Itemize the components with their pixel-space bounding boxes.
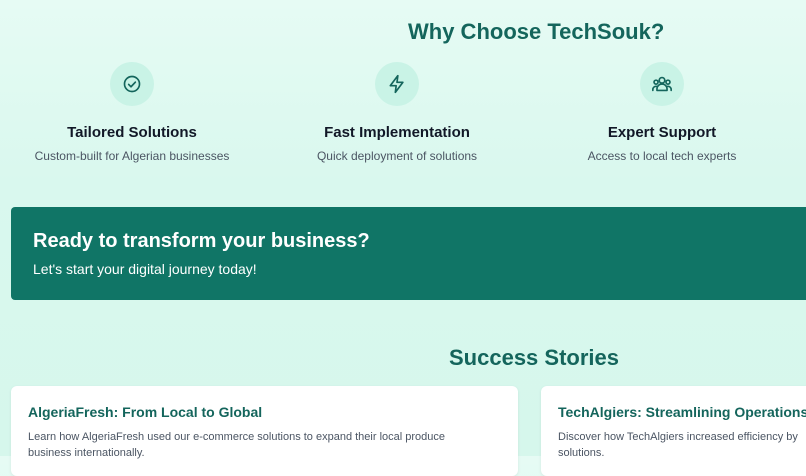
check-circle-icon [110,62,154,106]
feature-fast-implementation: Fast Implementation Quick deployment of … [277,62,517,163]
lightning-icon [375,62,419,106]
feature-description: Quick deployment of solutions [316,149,478,163]
story-description: Discover how TechAlgiers increased effic… [558,431,798,459]
success-stories-title: Success Stories [449,345,619,370]
feature-expert-support: Expert Support Access to local tech expe… [542,62,782,163]
feature-title: Expert Support [607,124,717,141]
story-title[interactable]: TechAlgiers: Streamlining Operations [558,404,806,420]
cta-title: Ready to transform your business? [33,230,370,252]
cta-subtitle: Let's start your digital journey today! [33,261,257,277]
feature-title: Fast Implementation [324,124,470,141]
cta-banner: Ready to transform your business? Let's … [11,207,806,300]
story-card-algeriafresh[interactable]: AlgeriaFresh: From Local to Global Learn… [11,386,518,476]
feature-title: Tailored Solutions [67,124,197,141]
feature-description: Access to local tech experts [587,149,737,163]
story-description: Learn how AlgeriaFresh used our e-commer… [28,431,446,459]
users-group-icon [640,62,684,106]
story-title[interactable]: AlgeriaFresh: From Local to Global [28,404,262,420]
why-choose-title: Why Choose TechSouk? [408,19,665,44]
story-card-techalgiers[interactable]: TechAlgiers: Streamlining Operations Dis… [541,386,806,476]
feature-tailored-solutions: Tailored Solutions Custom-built for Alge… [12,62,252,163]
feature-description: Custom-built for Algerian businesses [34,149,230,163]
